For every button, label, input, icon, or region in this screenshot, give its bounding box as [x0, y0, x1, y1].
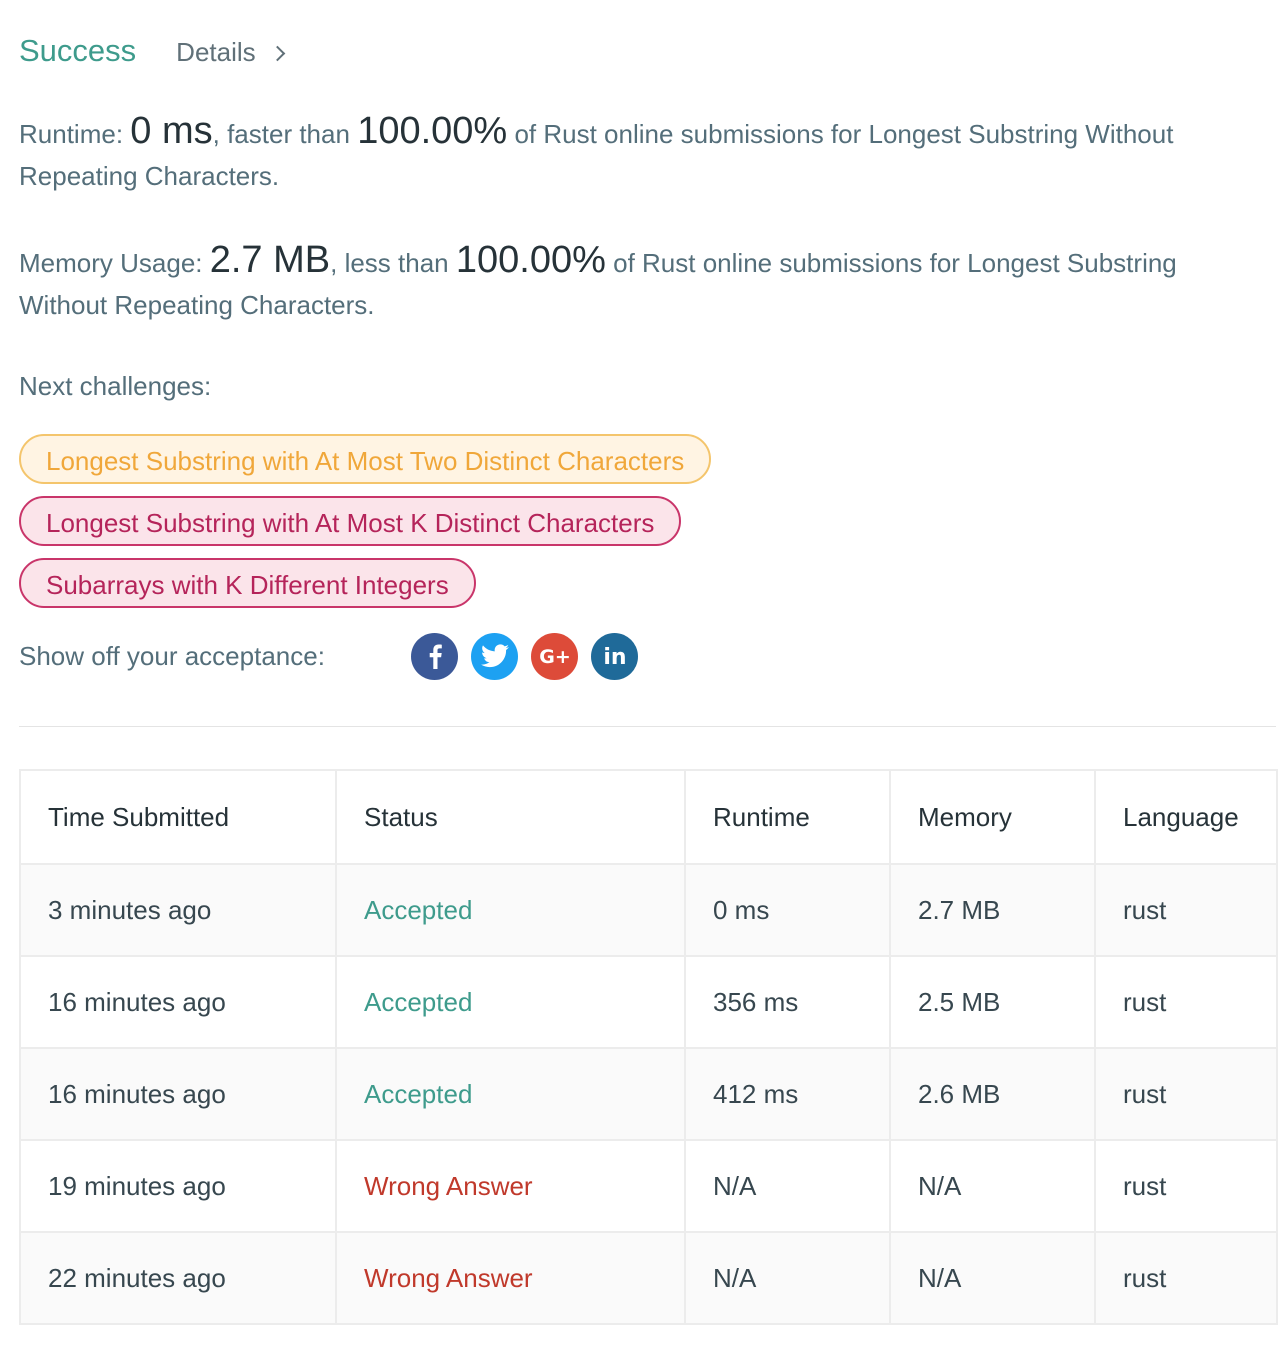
runtime-value: 0 ms — [130, 110, 213, 152]
memory-compare-text: , less than — [330, 248, 449, 278]
status-link[interactable]: Accepted — [364, 987, 472, 1017]
cell-language: rust — [1094, 955, 1278, 1049]
share-label: Show off your acceptance: — [19, 640, 325, 671]
table-row: 16 minutes ago Accepted 412 ms 2.6 MB ru… — [19, 1047, 1278, 1141]
cell-memory: 2.7 MB — [889, 863, 1096, 957]
twitter-icon — [480, 644, 509, 668]
cell-status: Wrong Answer — [335, 1139, 686, 1233]
cell-runtime: 0 ms — [684, 863, 891, 957]
submission-result-page: Success Details Runtime: 0 ms, faster th… — [0, 0, 1288, 1350]
column-header-runtime[interactable]: Runtime — [684, 769, 891, 865]
cell-status: Accepted — [335, 955, 686, 1049]
details-label: Details — [176, 36, 256, 67]
cell-memory: 2.5 MB — [889, 955, 1096, 1049]
cell-time: 19 minutes ago — [19, 1139, 337, 1233]
chevron-right-icon — [269, 45, 285, 61]
cell-language: rust — [1094, 1047, 1278, 1141]
google-plus-share-button[interactable]: G+ — [531, 632, 578, 680]
memory-percent: 100.00% — [455, 239, 606, 281]
memory-label: Memory Usage: — [19, 248, 203, 278]
facebook-share-button[interactable] — [411, 632, 458, 680]
cell-time: 16 minutes ago — [19, 955, 337, 1049]
cell-language: rust — [1094, 1231, 1278, 1325]
linkedin-icon: in — [603, 645, 626, 669]
next-challenges-label: Next challenges: — [19, 371, 212, 401]
column-header-time[interactable]: Time Submitted — [19, 769, 337, 865]
challenge-chip-k-distinct[interactable]: Longest Substring with At Most K Distinc… — [19, 496, 682, 546]
cell-status: Wrong Answer — [335, 1231, 686, 1325]
result-status: Success — [19, 33, 137, 68]
table-row: 16 minutes ago Accepted 356 ms 2.5 MB ru… — [19, 955, 1278, 1049]
column-header-memory[interactable]: Memory — [889, 769, 1096, 865]
google-plus-text: G+ — [539, 646, 571, 668]
linkedin-text: in — [603, 645, 626, 669]
runtime-percent: 100.00% — [357, 110, 508, 152]
runtime-stat: Runtime: 0 ms, faster than 100.00% of Ru… — [19, 110, 1219, 197]
cell-status: Accepted — [335, 1047, 686, 1141]
share-row: Show off your acceptance: G+ in — [19, 630, 1274, 682]
status-link[interactable]: Wrong Answer — [364, 1171, 533, 1201]
section-divider — [19, 726, 1276, 727]
google-plus-icon: G+ — [539, 646, 571, 668]
cell-status: Accepted — [335, 863, 686, 957]
table-row: 22 minutes ago Wrong Answer N/A N/A rust — [19, 1231, 1278, 1325]
challenge-chip-two-distinct[interactable]: Longest Substring with At Most Two Disti… — [19, 434, 712, 484]
cell-time: 22 minutes ago — [19, 1231, 337, 1325]
column-header-language[interactable]: Language — [1094, 769, 1278, 865]
memory-value: 2.7 MB — [209, 239, 331, 281]
challenge-chip-subarrays-k[interactable]: Subarrays with K Different Integers — [19, 558, 476, 608]
runtime-label: Runtime: — [19, 119, 124, 149]
submissions-table: Time Submitted Status Runtime Memory Lan… — [19, 769, 1278, 1325]
cell-memory: 2.6 MB — [889, 1047, 1096, 1141]
table-header-row: Time Submitted Status Runtime Memory Lan… — [19, 769, 1278, 865]
next-challenges-list: Longest Substring with At Most Two Disti… — [19, 434, 1274, 608]
status-link[interactable]: Accepted — [364, 895, 472, 925]
cell-memory: N/A — [889, 1231, 1096, 1325]
cell-runtime: 412 ms — [684, 1047, 891, 1141]
twitter-share-button[interactable] — [471, 632, 518, 680]
cell-runtime: 356 ms — [684, 955, 891, 1049]
facebook-icon — [429, 644, 442, 669]
cell-memory: N/A — [889, 1139, 1096, 1233]
details-link[interactable]: Details — [176, 36, 285, 68]
status-link[interactable]: Accepted — [364, 1079, 472, 1109]
table-row: 3 minutes ago Accepted 0 ms 2.7 MB rust — [19, 863, 1278, 957]
cell-time: 16 minutes ago — [19, 1047, 337, 1141]
cell-language: rust — [1094, 1139, 1278, 1233]
status-link[interactable]: Wrong Answer — [364, 1263, 533, 1293]
cell-runtime: N/A — [684, 1231, 891, 1325]
column-header-status[interactable]: Status — [335, 769, 686, 865]
table-row: 19 minutes ago Wrong Answer N/A N/A rust — [19, 1139, 1278, 1233]
cell-time: 3 minutes ago — [19, 863, 337, 957]
cell-runtime: N/A — [684, 1139, 891, 1233]
linkedin-share-button[interactable]: in — [591, 632, 638, 680]
runtime-compare-text: , faster than — [212, 119, 350, 149]
cell-language: rust — [1094, 863, 1278, 957]
memory-stat: Memory Usage: 2.7 MB, less than 100.00% … — [19, 239, 1219, 326]
result-header: Success Details — [19, 0, 1274, 104]
